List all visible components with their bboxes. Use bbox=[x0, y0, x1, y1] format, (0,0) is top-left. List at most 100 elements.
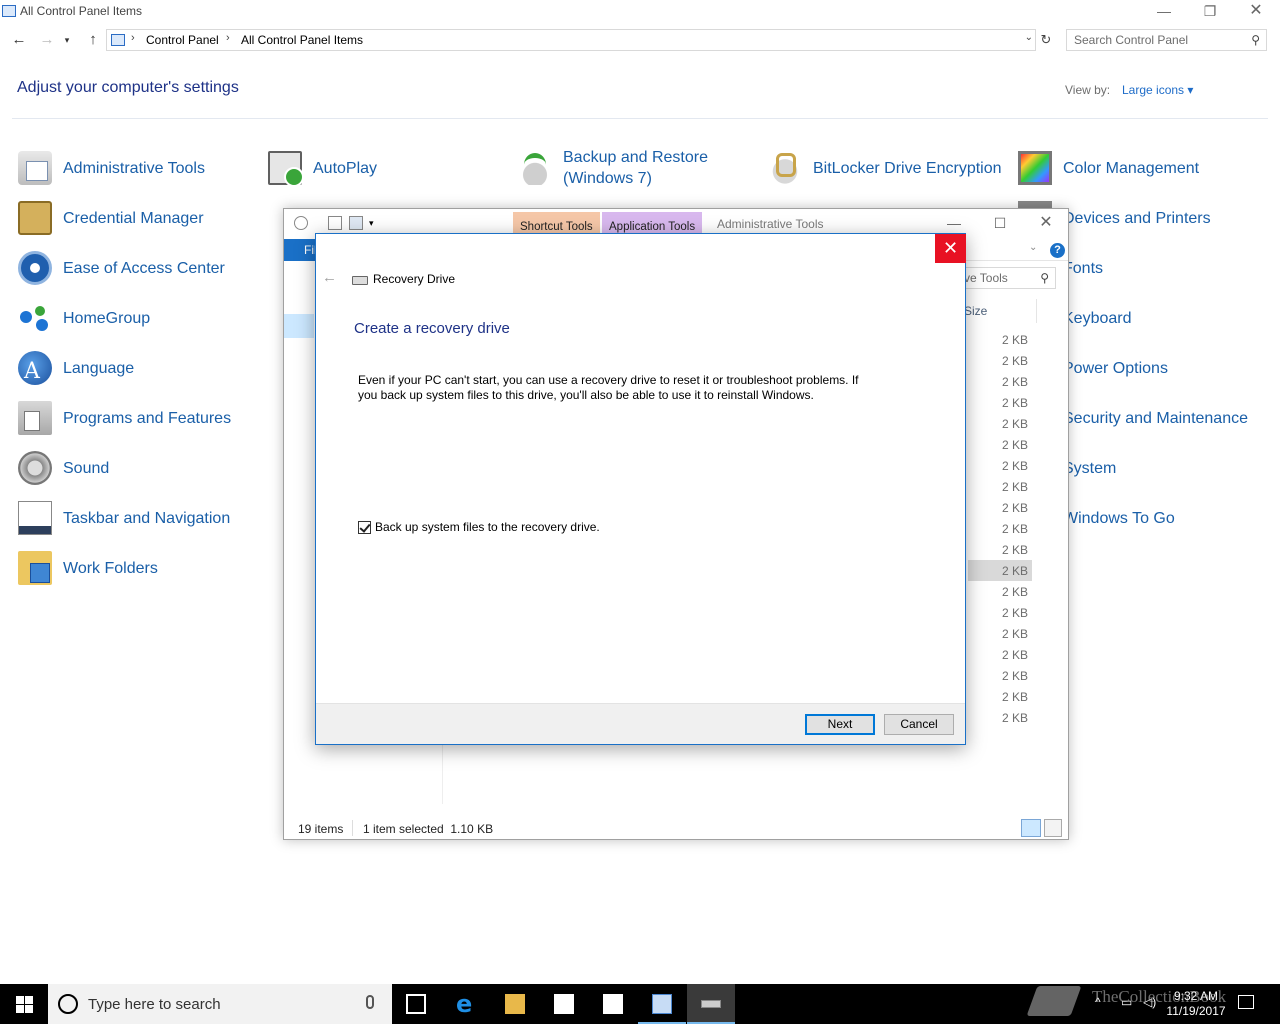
details-view-icon[interactable] bbox=[1021, 819, 1041, 837]
item-bitlocker[interactable]: BitLocker Drive Encryption bbox=[768, 148, 1002, 188]
explorer-title: Administrative Tools bbox=[717, 217, 824, 231]
view-by-dropdown[interactable]: Large icons ▾ bbox=[1122, 83, 1193, 97]
file-size-cell[interactable]: 2 KB bbox=[968, 371, 1032, 392]
file-size-cell[interactable]: 2 KB bbox=[968, 455, 1032, 476]
forward-arrow-icon[interactable]: → bbox=[36, 30, 58, 50]
programs-features-icon bbox=[18, 401, 52, 435]
selection-info: 1 item selected 1.10 KB bbox=[363, 822, 494, 836]
store-button[interactable] bbox=[540, 984, 588, 1024]
item-ease-of-access[interactable]: Ease of Access Center bbox=[18, 248, 225, 288]
file-size-cell[interactable]: 2 KB bbox=[968, 350, 1032, 371]
recovery-drive-dialog: ✕ ← Recovery Drive Create a recovery dri… bbox=[315, 233, 966, 745]
chevron-down-icon[interactable]: ▾ bbox=[369, 218, 383, 232]
window-title: All Control Panel Items bbox=[20, 4, 143, 18]
file-size-cell[interactable]: 2 KB bbox=[968, 623, 1032, 644]
column-header-size[interactable]: Size bbox=[964, 304, 987, 318]
file-size-cell[interactable]: 2 KB bbox=[968, 707, 1032, 728]
start-button[interactable] bbox=[0, 984, 48, 1024]
mail-button[interactable] bbox=[589, 984, 637, 1024]
file-size-cell[interactable]: 2 KB bbox=[968, 665, 1032, 686]
maximize-button[interactable]: ❐ bbox=[1187, 0, 1233, 24]
color-management-icon bbox=[1018, 151, 1052, 185]
item-label: Programs and Features bbox=[63, 409, 232, 427]
search-icon[interactable]: ⚲ bbox=[1251, 33, 1260, 47]
item-taskbar-navigation[interactable]: Taskbar and Navigation bbox=[18, 498, 230, 538]
homegroup-icon bbox=[18, 301, 52, 335]
backup-system-files-option[interactable]: Back up system files to the recovery dri… bbox=[358, 520, 600, 534]
file-size-cell[interactable]: 2 KB bbox=[968, 434, 1032, 455]
maximize-button[interactable]: ☐ bbox=[977, 211, 1023, 237]
file-size-cell[interactable]: 2 KB bbox=[968, 518, 1032, 539]
file-size-cell[interactable]: 2 KB bbox=[968, 560, 1032, 581]
file-size-cell[interactable]: 2 KB bbox=[968, 581, 1032, 602]
navigation-selected-item[interactable] bbox=[284, 314, 314, 338]
edge-button[interactable]: e bbox=[442, 984, 490, 1024]
new-folder-icon[interactable] bbox=[349, 216, 363, 230]
up-arrow-icon[interactable]: ↑ bbox=[82, 30, 104, 50]
item-programs-features[interactable]: Programs and Features bbox=[18, 398, 231, 438]
properties-icon[interactable] bbox=[294, 216, 308, 230]
breadcrumb-all-items[interactable]: All Control Panel Items bbox=[241, 33, 363, 47]
item-language[interactable]: Language bbox=[18, 348, 134, 388]
file-size-cell[interactable]: 2 KB bbox=[968, 644, 1032, 665]
search-input[interactable] bbox=[1067, 30, 1237, 50]
file-size-cell[interactable]: 2 KB bbox=[968, 539, 1032, 560]
item-administrative-tools[interactable]: Administrative Tools bbox=[18, 148, 205, 188]
address-bar[interactable]: › Control Panel › All Control Panel Item… bbox=[106, 29, 1036, 51]
recent-locations-icon[interactable]: ▾ bbox=[60, 30, 74, 50]
chevron-down-icon[interactable]: ⌄ bbox=[1025, 32, 1033, 43]
explorer-search[interactable]: ve Tools ⚲ bbox=[956, 267, 1056, 289]
control-panel-taskbar-button[interactable] bbox=[638, 984, 686, 1024]
mail-icon bbox=[603, 994, 623, 1014]
task-view-button[interactable] bbox=[392, 984, 440, 1024]
item-color-management[interactable]: Color Management bbox=[1018, 148, 1199, 188]
checkbox-label[interactable]: Back up system files to the recovery dri… bbox=[375, 520, 600, 534]
backup-checkbox[interactable] bbox=[358, 520, 371, 534]
cancel-button[interactable]: Cancel bbox=[884, 714, 954, 735]
cortana-icon[interactable] bbox=[58, 994, 78, 1014]
item-backup-restore[interactable]: Backup and Restore (Windows 7) bbox=[518, 148, 708, 188]
search-box[interactable]: ⚲ bbox=[1066, 29, 1267, 51]
back-arrow-icon[interactable]: ← bbox=[8, 30, 30, 50]
search-text: ve Tools bbox=[964, 271, 1008, 285]
taskbar-search[interactable] bbox=[48, 984, 392, 1024]
item-label: Power Options bbox=[1063, 359, 1168, 377]
action-center-icon[interactable] bbox=[1238, 995, 1254, 1009]
microphone-icon[interactable] bbox=[366, 995, 374, 1009]
recovery-drive-taskbar-button[interactable] bbox=[687, 984, 735, 1024]
breadcrumb-control-panel[interactable]: Control Panel bbox=[146, 33, 219, 47]
chevron-down-icon[interactable]: ⌄ bbox=[1029, 242, 1037, 253]
file-size-cell[interactable]: 2 KB bbox=[968, 413, 1032, 434]
large-icons-view-icon[interactable] bbox=[1044, 819, 1062, 837]
file-size-cell[interactable]: 2 KB bbox=[968, 392, 1032, 413]
item-autoplay[interactable]: AutoPlay bbox=[268, 148, 377, 188]
file-size-cell[interactable]: 2 KB bbox=[968, 329, 1032, 350]
status-bar: 19 items 1 item selected 1.10 KB bbox=[284, 816, 1068, 839]
search-icon[interactable]: ⚲ bbox=[1040, 271, 1049, 285]
item-sound[interactable]: Sound bbox=[18, 448, 109, 488]
close-button[interactable]: ✕ bbox=[1023, 211, 1068, 237]
windows-logo-icon bbox=[16, 1005, 24, 1013]
close-button[interactable]: ✕ bbox=[935, 234, 966, 263]
chevron-right-icon[interactable]: › bbox=[226, 32, 230, 44]
checkmark-icon[interactable] bbox=[328, 216, 342, 230]
next-button[interactable]: Next bbox=[805, 714, 875, 735]
file-explorer-button[interactable] bbox=[491, 984, 539, 1024]
close-button[interactable]: ✕ bbox=[1233, 0, 1279, 24]
back-arrow-icon[interactable]: ← bbox=[322, 269, 340, 286]
item-homegroup[interactable]: HomeGroup bbox=[18, 298, 150, 338]
file-size-cell[interactable]: 2 KB bbox=[968, 686, 1032, 707]
dialog-description: Even if your PC can't start, you can use… bbox=[358, 373, 859, 402]
taskbar-search-input[interactable] bbox=[88, 993, 358, 1015]
chevron-right-icon[interactable]: › bbox=[131, 32, 135, 44]
file-size-cell[interactable]: 2 KB bbox=[968, 476, 1032, 497]
refresh-icon[interactable]: ↻ bbox=[1037, 29, 1055, 51]
minimize-button[interactable]: — bbox=[1141, 0, 1187, 24]
autoplay-icon bbox=[268, 151, 304, 187]
taskbar-navigation-icon bbox=[18, 501, 52, 535]
item-credential-manager[interactable]: Credential Manager bbox=[18, 198, 204, 238]
item-work-folders[interactable]: Work Folders bbox=[18, 548, 158, 588]
help-icon[interactable]: ? bbox=[1050, 243, 1065, 258]
file-size-cell[interactable]: 2 KB bbox=[968, 497, 1032, 518]
file-size-cell[interactable]: 2 KB bbox=[968, 602, 1032, 623]
